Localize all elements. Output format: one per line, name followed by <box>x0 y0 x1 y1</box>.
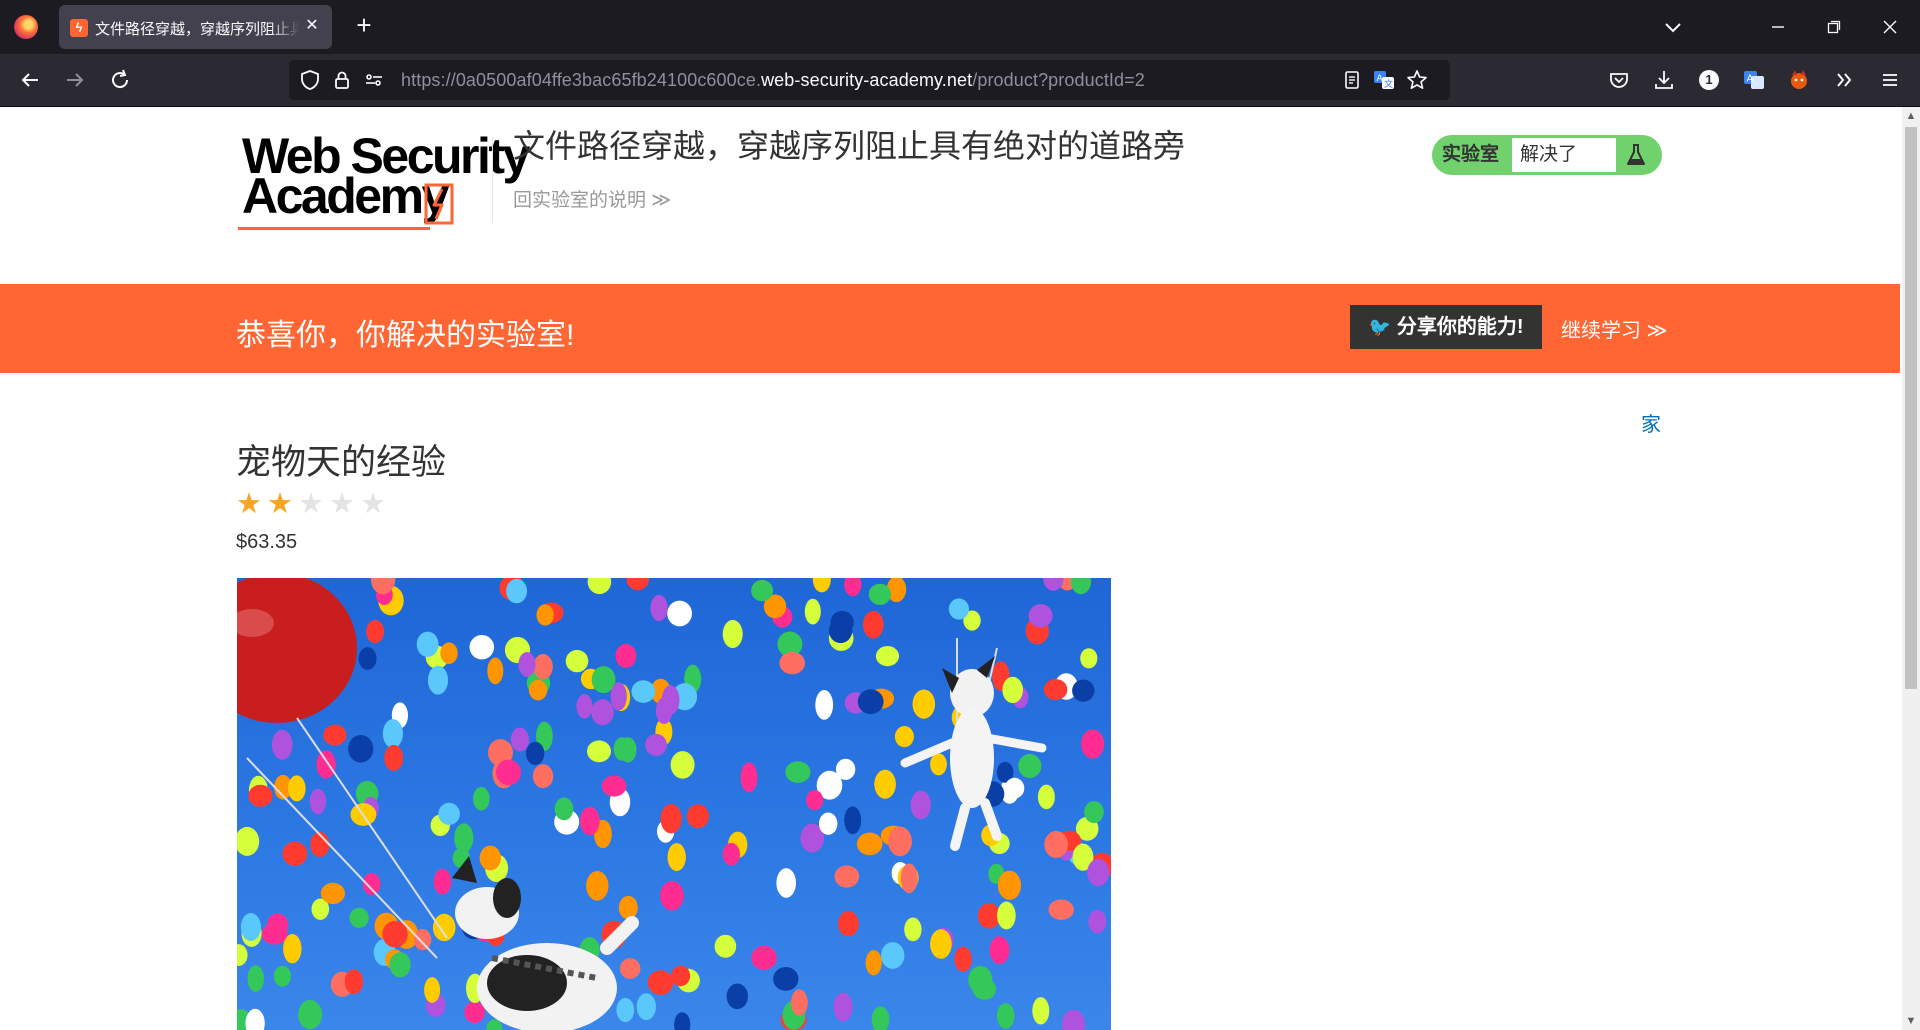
logo-text-line2: Academy <box>242 168 449 224</box>
close-icon[interactable]: ✕ <box>302 16 322 36</box>
shield-icon[interactable] <box>299 69 321 91</box>
restore-icon[interactable] <box>1810 10 1858 44</box>
address-bar[interactable]: https://0a0500af04ffe3bac65fb24100c600ce… <box>289 60 1450 100</box>
home-link[interactable]: 家 <box>1641 408 1661 437</box>
scroll-thumb[interactable] <box>1905 127 1917 689</box>
svg-text:A: A <box>1377 74 1384 84</box>
menu-icon[interactable] <box>1876 66 1904 94</box>
translate-extension-icon[interactable]: A <box>1740 66 1768 94</box>
translate-icon[interactable]: A文 <box>1373 69 1395 91</box>
page-scrollbar[interactable]: ▲ ▼ <box>1902 107 1920 1030</box>
tab-bar: ϟ 文件路径穿越，穿越序列阻止具有绝对的道路旁 ✕ + <box>0 0 1920 54</box>
extension-badge-icon[interactable]: 1 <box>1695 66 1723 94</box>
tab-title: 文件路径穿越，穿越序列阻止具有绝对的道路旁 <box>95 21 300 38</box>
star-rating: ★ ★ ★ ★ ★ <box>236 489 391 519</box>
svg-text:文: 文 <box>1384 78 1393 90</box>
back-icon[interactable] <box>16 66 44 94</box>
share-skills-button[interactable]: 🐦 分享你的能力! <box>1350 305 1542 349</box>
minimize-icon[interactable] <box>1754 10 1802 44</box>
chevron-down-icon[interactable] <box>1660 14 1686 40</box>
academy-logo[interactable]: Web Security Academy <box>236 129 530 231</box>
twitter-icon: 🐦 <box>1368 317 1391 337</box>
lock-icon[interactable] <box>331 69 353 91</box>
star-icon: ★ <box>298 488 324 520</box>
status-label: 实验室 <box>1442 144 1500 165</box>
status-badge: 解决了 <box>1512 138 1616 172</box>
overflow-icon[interactable] <box>1830 66 1858 94</box>
scroll-down-icon[interactable]: ▼ <box>1902 1012 1920 1030</box>
fox-extension-icon[interactable] <box>1785 66 1813 94</box>
logo-underline <box>238 227 430 230</box>
star-icon[interactable] <box>1406 69 1428 91</box>
page-content: Web Security Academy 文件路径穿越，穿越序列阻止具有绝对的道… <box>0 107 1900 1030</box>
red-balloon <box>237 578 357 723</box>
lightning-logo-icon <box>424 183 454 225</box>
header-divider <box>492 137 493 222</box>
close-window-icon[interactable] <box>1866 10 1914 44</box>
reader-view-icon[interactable] <box>1341 69 1363 91</box>
star-icon: ★ <box>267 488 293 520</box>
share-label: 分享你的能力! <box>1396 316 1524 338</box>
firefox-logo[interactable] <box>14 15 38 39</box>
lab-status-widget: 实验室 解决了 <box>1432 135 1662 175</box>
download-icon[interactable] <box>1650 66 1678 94</box>
forward-icon[interactable] <box>61 66 89 94</box>
plus-icon[interactable]: + <box>350 12 378 40</box>
solved-banner: 恭喜你，你解决的实验室! 🐦 分享你的能力! 继续学习 ≫ <box>0 284 1900 373</box>
balloons-illustration <box>237 578 1111 1030</box>
product-price: $63.35 <box>236 531 298 553</box>
notification-count: 1 <box>1699 70 1719 90</box>
tab-favicon: ϟ <box>70 19 88 37</box>
star-icon: ★ <box>329 488 355 520</box>
flask-icon <box>1627 144 1645 165</box>
star-icon: ★ <box>236 488 262 520</box>
continue-learning-link[interactable]: 继续学习 ≫ <box>1561 314 1668 343</box>
navigation-bar: https://0a0500af04ffe3bac65fb24100c600ce… <box>0 54 1920 107</box>
back-to-description-link[interactable]: 回实验室的说明 ≫ <box>513 185 671 212</box>
scroll-up-icon[interactable]: ▲ <box>1902 107 1920 125</box>
permissions-icon[interactable] <box>363 69 385 91</box>
url-text[interactable]: https://0a0500af04ffe3bac65fb24100c600ce… <box>401 70 1145 91</box>
active-tab[interactable]: ϟ 文件路径穿越，穿越序列阻止具有绝对的道路旁 ✕ <box>59 5 332 49</box>
product-title: 宠物天的经验 <box>236 443 447 482</box>
reload-icon[interactable] <box>106 66 134 94</box>
svg-text:A: A <box>1747 74 1754 85</box>
star-icon: ★ <box>360 488 386 520</box>
congrats-message: 恭喜你，你解决的实验室! <box>236 319 575 352</box>
lab-title: 文件路径穿越，穿越序列阻止具有绝对的道路旁 <box>513 128 1186 164</box>
product-image <box>237 578 1111 1030</box>
pocket-icon[interactable] <box>1605 66 1633 94</box>
